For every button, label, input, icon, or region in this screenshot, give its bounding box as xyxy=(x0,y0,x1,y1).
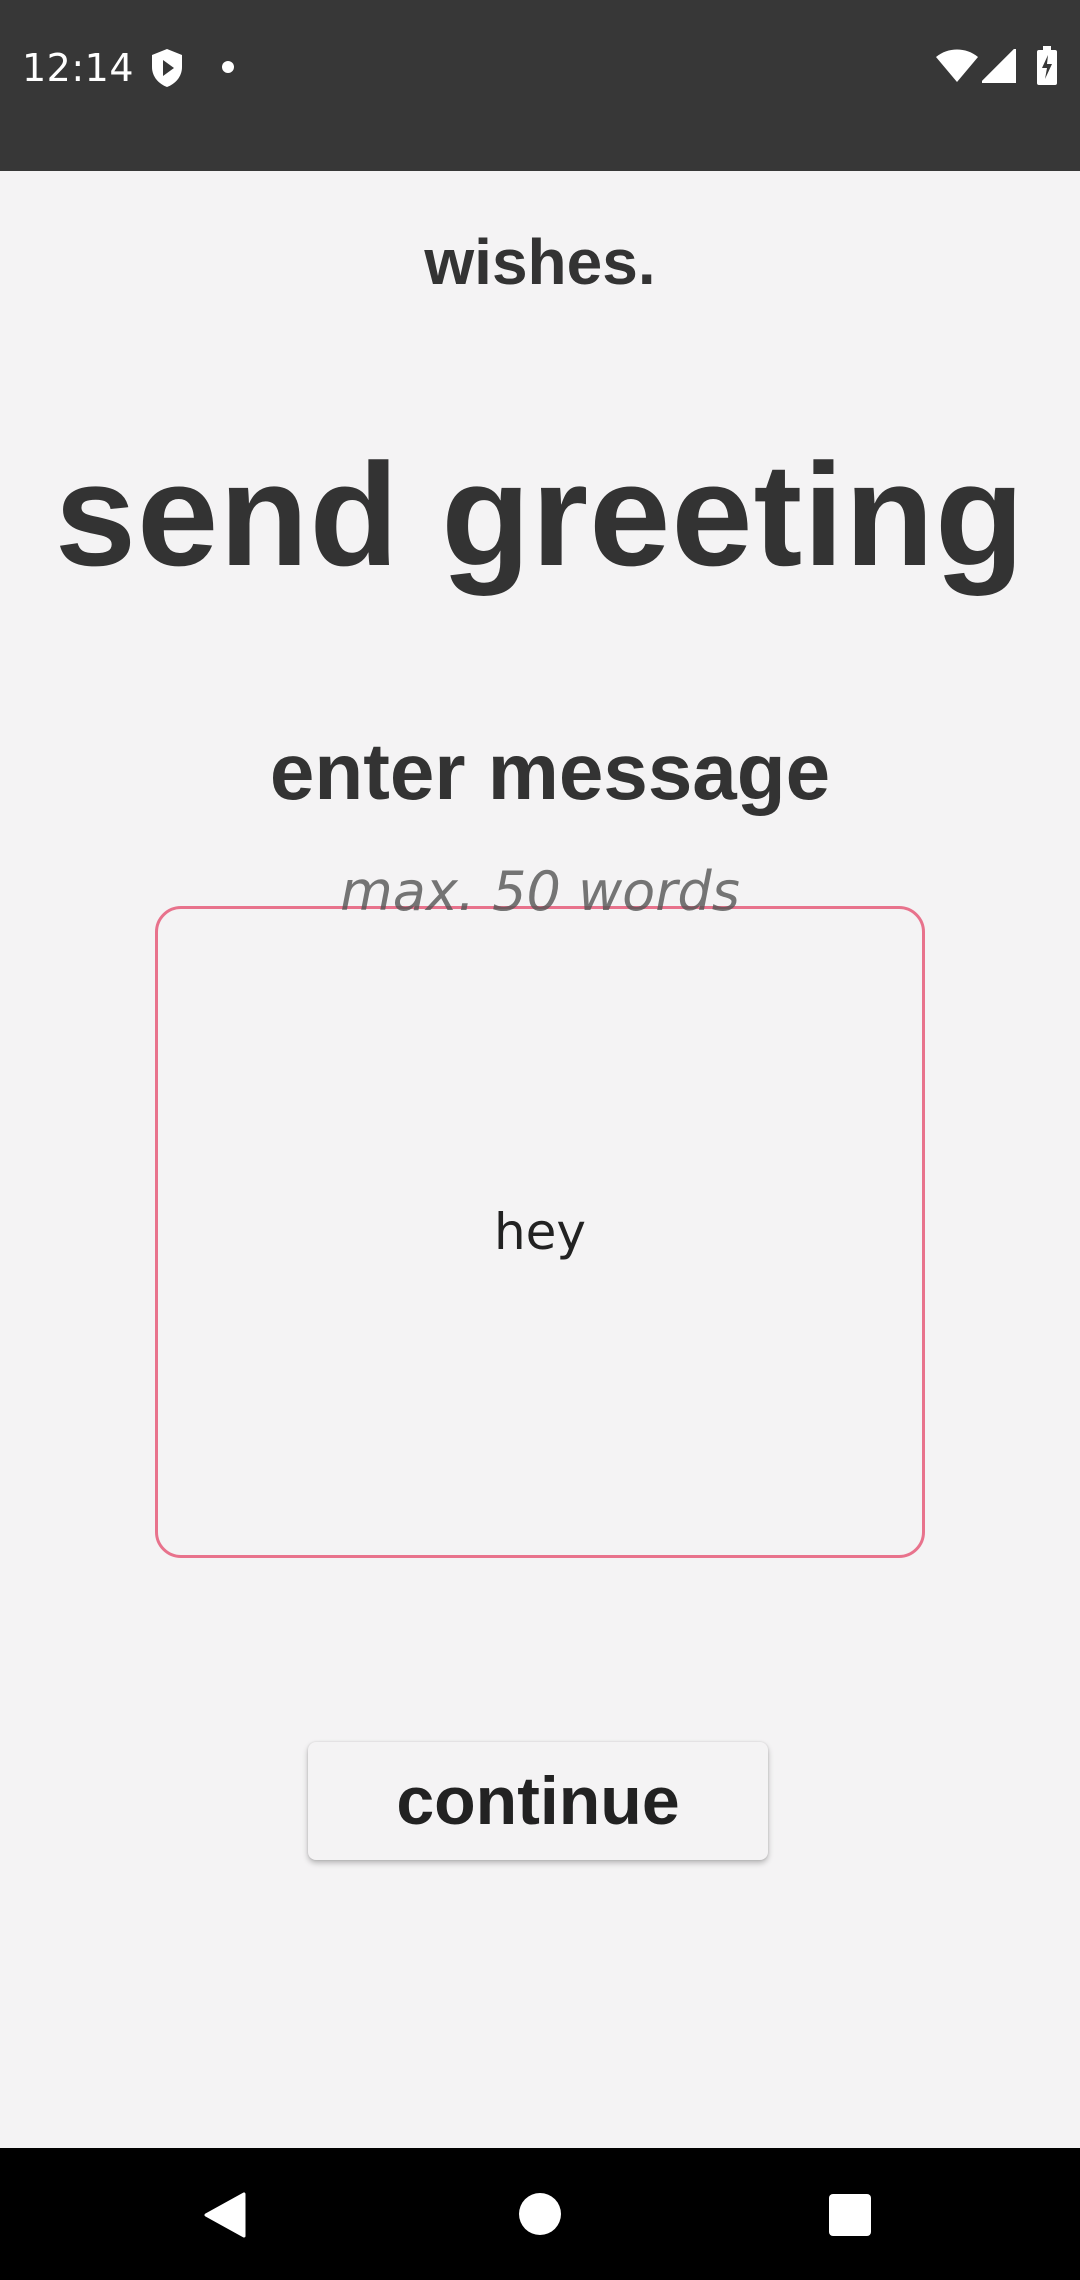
notification-dot-icon xyxy=(222,61,234,73)
battery-charging-icon xyxy=(1037,46,1057,85)
recents-icon[interactable] xyxy=(829,2194,871,2236)
wifi-icon xyxy=(936,49,978,82)
back-icon[interactable] xyxy=(204,2192,246,2238)
signal-icon xyxy=(982,49,1016,83)
home-icon[interactable] xyxy=(519,2193,561,2235)
continue-button[interactable]: continue xyxy=(308,1742,768,1860)
enter-message-label: enter message xyxy=(269,727,831,816)
word-limit-hint: max. 50 words xyxy=(340,860,740,923)
shield-play-icon xyxy=(152,49,182,87)
message-input-value[interactable]: hey xyxy=(494,1203,586,1261)
status-bar: 12:14 xyxy=(0,0,1080,171)
message-input[interactable]: hey xyxy=(155,906,925,1558)
page-heading: send greeting xyxy=(54,433,1026,596)
app-title: wishes. xyxy=(424,226,656,298)
status-time: 12:14 xyxy=(22,46,135,90)
navigation-bar xyxy=(0,2148,1080,2280)
